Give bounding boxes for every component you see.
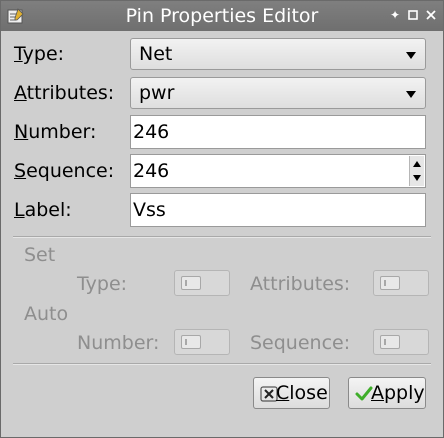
close-button[interactable]: Close	[253, 377, 330, 409]
separator	[13, 363, 431, 365]
sequence-value: 246	[133, 160, 170, 182]
toggle-knob	[380, 335, 400, 349]
pin-properties-dialog: Pin Properties Editor ✦ Type: Net Attrib…	[0, 0, 444, 438]
separator	[13, 236, 431, 238]
set-heading: Set	[24, 244, 56, 266]
attributes-label: Attributes:	[14, 82, 115, 104]
toggle-knob	[380, 276, 400, 290]
sequence-spinbox[interactable]: 246	[130, 154, 426, 188]
sequence-label: Sequence:	[14, 160, 115, 182]
number-input[interactable]: 246	[130, 115, 426, 149]
attributes-combobox[interactable]: pwr	[130, 77, 426, 109]
auto-sequence-toggle[interactable]	[373, 329, 429, 355]
window-title: Pin Properties Editor	[125, 5, 319, 27]
label-label: Label:	[14, 199, 72, 221]
auto-heading: Auto	[24, 303, 69, 325]
set-attributes-toggle[interactable]	[373, 270, 429, 296]
maximize-icon[interactable]	[405, 7, 421, 23]
auto-number-toggle[interactable]	[174, 329, 230, 355]
close-button-label: Close	[276, 382, 328, 404]
title-bar[interactable]: Pin Properties Editor ✦	[1, 1, 443, 31]
chevron-down-icon	[406, 52, 416, 59]
number-label: Number:	[14, 121, 97, 143]
spin-up-icon[interactable]	[413, 161, 421, 167]
set-type-label: Type:	[77, 273, 128, 295]
toggle-knob	[181, 335, 201, 349]
spin-buttons[interactable]	[409, 156, 424, 186]
chevron-down-icon	[406, 91, 416, 98]
auto-sequence-label: Sequence:	[250, 332, 351, 354]
type-combobox[interactable]: Net	[130, 38, 426, 70]
number-value: 246	[133, 121, 170, 143]
type-value: Net	[139, 43, 173, 65]
apply-button[interactable]: Apply	[348, 377, 426, 409]
toggle-knob	[181, 276, 201, 290]
set-attributes-label: Attributes:	[250, 273, 351, 295]
label-input[interactable]: Vss	[130, 193, 426, 227]
pin-icon[interactable]: ✦	[387, 7, 403, 23]
type-label: Type:	[14, 43, 65, 65]
spin-down-icon[interactable]	[413, 175, 421, 181]
attributes-value: pwr	[139, 82, 175, 104]
close-icon[interactable]	[423, 7, 439, 23]
set-type-toggle[interactable]	[174, 270, 230, 296]
label-value: Vss	[133, 199, 166, 221]
auto-number-label: Number:	[77, 332, 160, 354]
apply-button-label: Apply	[371, 382, 425, 404]
